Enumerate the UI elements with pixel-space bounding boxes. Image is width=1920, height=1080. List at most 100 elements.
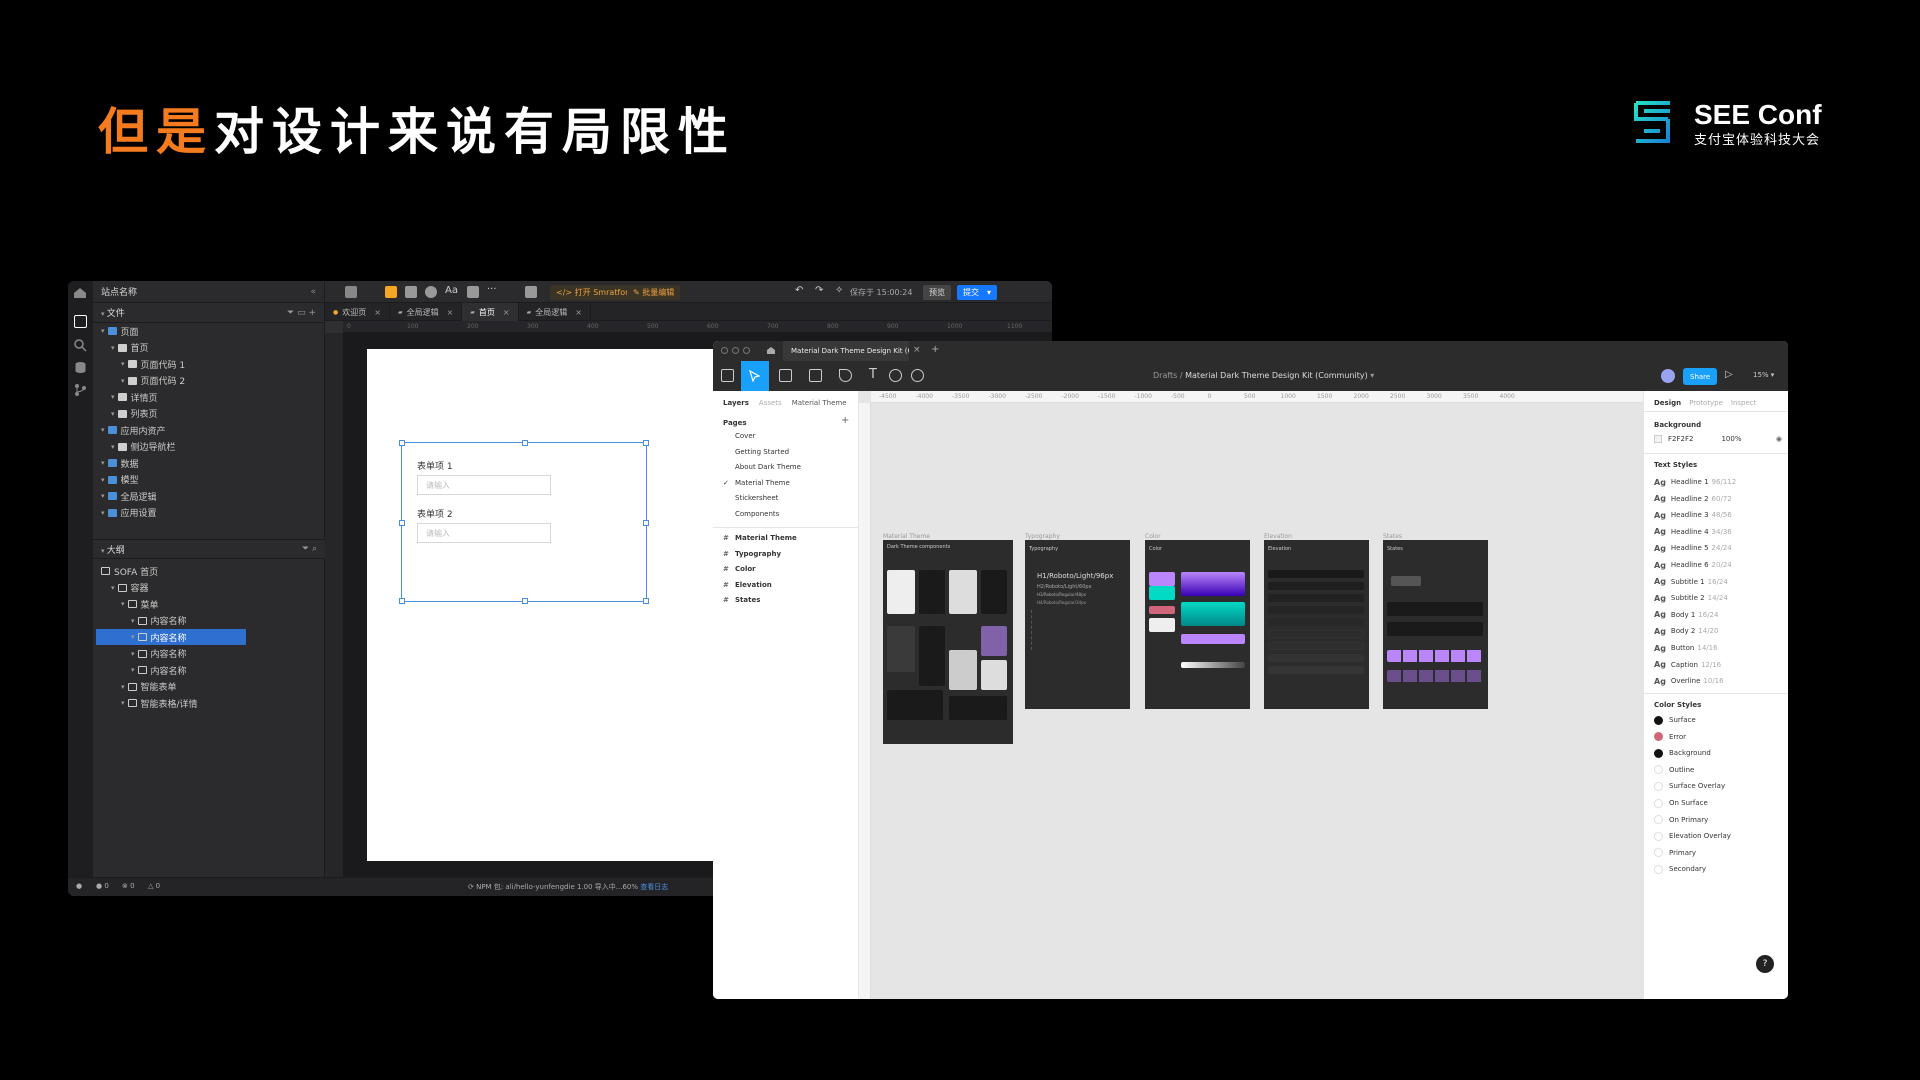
resize-handle[interactable]	[643, 440, 649, 446]
filter-icon[interactable]: ⏷	[302, 544, 309, 554]
search-icon[interactable]	[74, 339, 87, 352]
file-tree-item[interactable]: ▾ 应用内资产	[101, 422, 166, 438]
page-item[interactable]: Cover	[723, 429, 756, 443]
tab-close-icon[interactable]: ×	[503, 308, 510, 317]
caret-down-icon[interactable]: ▾	[121, 377, 125, 385]
text-style-item[interactable]: Ag Button 14/16	[1654, 641, 1718, 655]
tab-assets[interactable]: Assets	[759, 399, 782, 407]
form-item-2-input[interactable]: 请输入	[417, 523, 551, 543]
text-style-item[interactable]: Ag Body 1 16/24	[1654, 608, 1718, 622]
tab-close-icon[interactable]: ×	[575, 308, 582, 317]
error-count[interactable]: ⊗ 0	[122, 882, 135, 890]
page-item[interactable]: Components	[723, 507, 779, 521]
file-tree-item[interactable]: ▾ 页面代码 2	[121, 373, 185, 389]
resize-handle[interactable]	[522, 598, 528, 604]
pen-tool-icon[interactable]	[839, 369, 852, 382]
resize-handle[interactable]	[399, 598, 405, 604]
rectangle-tool-icon[interactable]	[809, 369, 822, 382]
color-style-item[interactable]: Surface Overlay	[1654, 779, 1725, 793]
caret-down-icon[interactable]: ▾	[101, 426, 105, 434]
batch-edit-button[interactable]: ✎ 批量编辑	[627, 285, 681, 300]
tab-material-theme[interactable]: Material Theme	[792, 399, 847, 407]
frame-icon[interactable]	[405, 286, 417, 298]
caret-down-icon[interactable]: ▾	[131, 666, 135, 674]
new-file-icon[interactable]: ▭	[297, 308, 306, 318]
outline-item[interactable]: ▾ 智能表格/详情	[101, 695, 301, 711]
caret-down-icon[interactable]: ▾	[101, 492, 105, 500]
tab-close-icon[interactable]: ×	[913, 345, 921, 355]
file-tree-item[interactable]: ▾ 页面代码 1	[121, 356, 185, 372]
database-icon[interactable]	[74, 361, 87, 374]
layer-item[interactable]: # Material Theme	[723, 531, 797, 545]
tab-close-icon[interactable]: ×	[447, 308, 454, 317]
more-icon[interactable]: ···	[487, 284, 497, 295]
caret-down-icon[interactable]: ▾	[111, 344, 115, 352]
add-page-icon[interactable]: +	[841, 415, 849, 426]
caret-down-icon[interactable]: ▾	[131, 617, 135, 625]
editor-tab[interactable]: ▰ 全局逻辑 ×	[390, 303, 463, 321]
color-style-item[interactable]: Primary	[1654, 846, 1696, 860]
home-icon[interactable]	[73, 287, 87, 299]
share-button[interactable]: Share	[1683, 368, 1718, 385]
frame-tool-icon[interactable]	[779, 369, 792, 382]
window-close-button[interactable]	[721, 347, 728, 354]
search-icon[interactable]: ⌕	[312, 544, 317, 554]
outline-item[interactable]: ▾ 容器	[101, 580, 301, 596]
resize-handle[interactable]	[522, 440, 528, 446]
file-tree-item[interactable]: ▾ 侧边导航栏	[111, 439, 176, 455]
layout-icon[interactable]	[345, 286, 357, 298]
preview-button[interactable]: 预览	[923, 285, 951, 300]
file-tab[interactable]: Material Dark Theme Design Kit (Co...	[783, 341, 909, 361]
text-style-item[interactable]: Ag Subtitle 2 14/24	[1654, 591, 1728, 605]
text-style-icon[interactable]: Aa	[445, 285, 458, 296]
file-tree-item[interactable]: ▾ 应用设置	[101, 505, 157, 521]
color-style-item[interactable]: Outline	[1654, 763, 1694, 777]
caret-down-icon[interactable]: ▾	[101, 327, 105, 335]
breadcrumb-file[interactable]: Material Dark Theme Design Kit (Communit…	[1185, 371, 1368, 380]
layer-item[interactable]: # Color	[723, 562, 756, 576]
files-icon[interactable]	[74, 315, 87, 328]
pin-icon[interactable]	[425, 286, 437, 298]
text-style-item[interactable]: Ag Headline 6 20/24	[1654, 558, 1732, 572]
frame-color[interactable]: Color	[1145, 540, 1250, 709]
file-tree-item[interactable]: ▾ 页面	[101, 323, 139, 339]
resize-handle[interactable]	[643, 520, 649, 526]
undo-icon[interactable]: ↶	[795, 285, 803, 296]
color-style-item[interactable]: On Primary	[1654, 813, 1708, 827]
magic-icon[interactable]: ✧	[835, 285, 843, 296]
editor-tab[interactable]: ● 欢迎页 ×	[325, 303, 390, 321]
caret-down-icon[interactable]: ▾	[111, 584, 115, 592]
avatar[interactable]	[1661, 369, 1675, 383]
resize-handle[interactable]	[643, 598, 649, 604]
present-icon[interactable]: ▷	[1725, 369, 1733, 380]
file-tree-item[interactable]: ▾ 模型	[101, 472, 139, 488]
outline-item[interactable]: ▾ 内容名称	[101, 646, 301, 662]
caret-down-icon[interactable]: ▾	[131, 650, 135, 658]
text-style-item[interactable]: Ag Headline 5 24/24	[1654, 541, 1732, 555]
caret-down-icon[interactable]: ▾	[101, 459, 105, 467]
file-tree-item[interactable]: ▾ 全局逻辑	[101, 488, 157, 504]
file-tree-item[interactable]: ▾ 首页	[111, 340, 149, 356]
text-style-item[interactable]: Ag Overline 10/16	[1654, 674, 1724, 688]
window-maximize-button[interactable]	[743, 347, 750, 354]
color-style-item[interactable]: On Surface	[1654, 796, 1708, 810]
frame-elevation[interactable]: Elevation	[1264, 540, 1369, 709]
outline-item[interactable]: ▾ 内容名称	[101, 613, 301, 629]
text-style-item[interactable]: Ag Subtitle 1 16/24	[1654, 575, 1728, 589]
page-item[interactable]: ✓ Material Theme	[723, 476, 790, 490]
outline-item[interactable]: ▾ 智能表单	[101, 679, 301, 695]
wrench-icon[interactable]	[467, 286, 479, 298]
frame-material-theme[interactable]: Dark Theme components	[883, 540, 1013, 744]
outline-item[interactable]: ▾ 内容名称	[101, 662, 301, 678]
figma-canvas[interactable]: -4500 -4000 -3500 -3000 -2500 -2000 -1500 -1000…	[859, 391, 1643, 999]
alert-count[interactable]: △ 0	[148, 882, 160, 890]
caret-down-icon[interactable]: ▾	[121, 699, 125, 707]
chevron-down-icon[interactable]: ▾	[987, 288, 991, 297]
caret-down-icon[interactable]: ▾	[101, 476, 105, 484]
home-icon[interactable]	[766, 346, 776, 355]
zoom-level[interactable]: 15% ▾	[1753, 371, 1774, 379]
caret-down-icon[interactable]: ▾	[121, 683, 125, 691]
caret-down-icon[interactable]: ▾	[131, 633, 135, 641]
help-button[interactable]: ?	[1756, 955, 1774, 973]
warning-count[interactable]: ● 0	[96, 882, 109, 890]
